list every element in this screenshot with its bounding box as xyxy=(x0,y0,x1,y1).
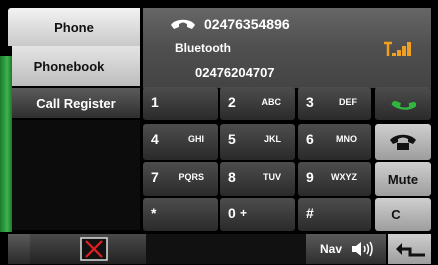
clear-label: C xyxy=(391,207,401,222)
keypad-key[interactable]: 7 PQRS xyxy=(143,162,218,196)
key-digit: # xyxy=(306,205,314,221)
speaker-icon xyxy=(352,241,373,257)
key-digit: 3 xyxy=(306,94,314,110)
key-letters: GHI xyxy=(187,134,204,144)
close-icon xyxy=(80,237,108,261)
mute-button[interactable]: Mute xyxy=(375,162,431,196)
nav-button[interactable]: Nav xyxy=(306,234,386,264)
phone-screen: Phone Phonebook Call Register 0247635489… xyxy=(0,0,438,265)
keypad-key[interactable]: * xyxy=(143,198,218,231)
keypad-key[interactable]: 1 xyxy=(143,87,218,120)
mute-label: Mute xyxy=(387,171,419,187)
key-letters: MNO xyxy=(336,134,357,144)
key-letters: JKL xyxy=(263,134,281,144)
key-digit: 7 xyxy=(151,169,159,185)
key-letters: ABC xyxy=(261,97,282,107)
keypad-key[interactable]: 6 MNO xyxy=(298,124,371,160)
call-info-header: 02476354896 Bluetooth 02476204707 xyxy=(143,8,431,88)
key-digit: 1 xyxy=(151,94,159,110)
key-digit: 5 xyxy=(228,131,236,147)
bottom-left-cap xyxy=(8,234,30,264)
phone-tab-label: Phone xyxy=(54,19,94,35)
call-icon xyxy=(391,100,416,110)
connection-source: Bluetooth xyxy=(175,41,231,55)
key-digit: 2 xyxy=(228,94,236,110)
key-digit: * xyxy=(151,205,157,221)
handset-icon xyxy=(171,19,195,29)
active-indicator-strip xyxy=(0,56,12,232)
call-register-tab[interactable]: Call Register xyxy=(12,88,140,118)
signal-strength-icon xyxy=(384,41,411,56)
clear-button[interactable]: C xyxy=(375,198,431,231)
call-register-tab-label: Call Register xyxy=(36,95,116,111)
nav-label: Nav xyxy=(320,242,343,256)
keypad-key[interactable]: 8 TUV xyxy=(220,162,295,196)
close-button[interactable] xyxy=(30,234,146,264)
key-digit: 4 xyxy=(151,131,159,147)
key-letters: PQRS xyxy=(178,172,204,182)
back-button[interactable] xyxy=(388,234,431,264)
phone-tab[interactable]: Phone xyxy=(8,8,140,46)
key-digit: 6 xyxy=(306,131,314,147)
bottom-spacer xyxy=(146,234,306,264)
key-letters: + xyxy=(240,206,248,220)
call-button[interactable] xyxy=(375,87,431,120)
caller-number: 02476354896 xyxy=(204,16,290,32)
phonebook-tab[interactable]: Phonebook xyxy=(12,46,140,86)
keypad-key[interactable]: 9 WXYZ xyxy=(298,162,371,196)
keypad-key[interactable]: 0 + xyxy=(220,198,295,231)
hang-up-button[interactable] xyxy=(375,124,431,160)
hang-up-icon xyxy=(390,134,416,150)
keypad-key[interactable]: 5 JKL xyxy=(220,124,295,160)
own-number: 02476204707 xyxy=(195,65,275,80)
key-letters: DEF xyxy=(339,97,357,107)
key-digit: 9 xyxy=(306,169,314,185)
key-letters: TUV xyxy=(263,172,281,182)
keypad-key[interactable]: 4 GHI xyxy=(143,124,218,160)
keypad-key[interactable]: # xyxy=(298,198,371,231)
return-icon xyxy=(396,243,425,257)
key-letters: WXYZ xyxy=(331,172,357,182)
keypad-key[interactable]: 3 DEF xyxy=(298,87,371,120)
phonebook-tab-label: Phonebook xyxy=(33,58,105,74)
key-digit: 0 xyxy=(228,205,236,221)
keypad-key[interactable]: 2 ABC xyxy=(220,87,295,120)
sidebar-empty-area xyxy=(12,120,140,230)
key-digit: 8 xyxy=(228,169,236,185)
